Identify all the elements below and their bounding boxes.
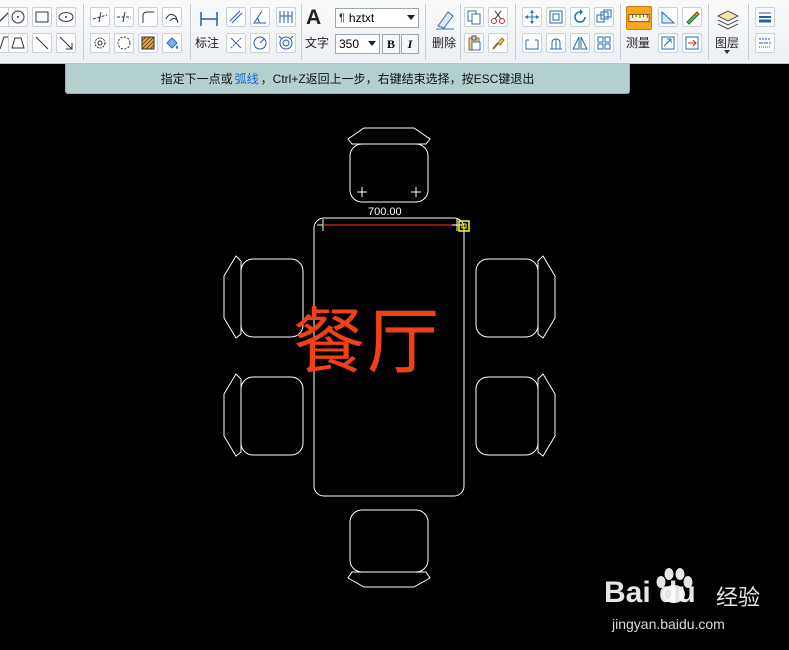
dotted-circle-icon[interactable]: [114, 33, 134, 53]
circle-tool-icon[interactable]: [8, 7, 28, 27]
diameter-dimension-icon[interactable]: [276, 33, 296, 53]
watermark-brand: Bai du: [604, 576, 696, 609]
chair-bottom: [347, 509, 431, 588]
font-icon: ¶: [339, 12, 345, 24]
hatch-pattern-icon[interactable]: [138, 33, 158, 53]
bold-button[interactable]: B: [382, 34, 400, 54]
mirror-icon[interactable]: [570, 33, 590, 53]
pencil-icon[interactable]: [682, 7, 702, 27]
watermark-name: 经验: [716, 586, 761, 611]
watermark-url: jingyan.baidu.com: [612, 616, 725, 632]
chair-left-upper: [223, 255, 304, 339]
move-icon[interactable]: [522, 7, 542, 27]
chair-right-lower: [475, 373, 556, 457]
dimension-button[interactable]: 标注: [195, 34, 219, 51]
scale-icon[interactable]: [546, 7, 566, 27]
chair-top: [347, 127, 431, 203]
arrow-line-icon[interactable]: [56, 33, 76, 53]
ruler-icon[interactable]: [626, 6, 652, 30]
diagonal-dimension-icon[interactable]: [226, 33, 246, 53]
continuous-dimension-icon[interactable]: [276, 7, 296, 27]
gear-settings-icon[interactable]: [90, 33, 110, 53]
break-icon[interactable]: [546, 33, 566, 53]
area-measure-icon[interactable]: [658, 7, 678, 27]
rotate-icon[interactable]: [570, 7, 590, 27]
trim-line-icon[interactable]: [114, 7, 134, 27]
hint-text-before: 指定下一点或: [160, 72, 233, 86]
room-label: 餐厅: [293, 300, 442, 384]
extend-line-icon[interactable]: [90, 7, 110, 27]
rectangle-tool-icon[interactable]: [32, 7, 52, 27]
line-type-icon[interactable]: [755, 33, 775, 53]
italic-button[interactable]: I: [401, 34, 419, 54]
font-select-value: hztxt: [348, 11, 375, 25]
trapezoid-tool-icon[interactable]: [8, 33, 28, 53]
angle-dimension-icon[interactable]: [250, 7, 270, 27]
cut-icon[interactable]: [488, 7, 508, 27]
hint-arc-option[interactable]: 弧线: [235, 70, 259, 87]
aligned-dimension-icon[interactable]: [226, 7, 246, 27]
chair-left-lower: [223, 373, 304, 457]
ellipse-tool-icon[interactable]: [56, 7, 76, 27]
watermark: Bai du 经验 jingyan.baidu.com: [604, 562, 784, 642]
chevron-down-icon: [368, 41, 376, 46]
stretch-icon[interactable]: [522, 33, 542, 53]
text-size-select[interactable]: 350: [335, 34, 380, 54]
diagonal-line-icon[interactable]: [32, 33, 52, 53]
font-select[interactable]: ¶ hztxt: [335, 8, 419, 28]
fill-bucket-icon[interactable]: [162, 33, 182, 53]
layer-button[interactable]: 图层: [715, 34, 739, 51]
text-button[interactable]: 文字: [305, 34, 329, 51]
chair-right-upper: [475, 255, 556, 339]
toolbar: 标注 A 文字 ¶ hztxt 350 B I 删除 测量 图层: [0, 0, 789, 64]
line-weight-icon[interactable]: [755, 7, 775, 27]
array-icon[interactable]: [594, 7, 614, 27]
dimension-value: 700.00: [368, 206, 402, 218]
dimension-icon[interactable]: [196, 6, 222, 32]
hint-text-after: ，Ctrl+Z返回上一步，右键结束选择，按ESC键退出: [260, 72, 535, 86]
layers-icon[interactable]: [716, 8, 740, 32]
format-brush-icon[interactable]: [488, 33, 508, 53]
import-icon[interactable]: [658, 33, 678, 53]
grid-icon[interactable]: [594, 33, 614, 53]
chevron-down-icon: [407, 15, 415, 20]
copy-icon[interactable]: [464, 7, 484, 27]
paste-icon[interactable]: [464, 33, 484, 53]
chevron-down-icon[interactable]: [724, 50, 730, 54]
export-icon[interactable]: [682, 33, 702, 53]
radius-dimension-icon[interactable]: [250, 33, 270, 53]
eraser-icon[interactable]: [432, 6, 458, 32]
fillet-icon[interactable]: [138, 7, 158, 27]
text-tool-icon[interactable]: A: [306, 6, 328, 32]
offset-curve-icon[interactable]: [162, 7, 182, 27]
command-hint-bar: 指定下一点或 弧线 ，Ctrl+Z返回上一步，右键结束选择，按ESC键退出: [65, 64, 630, 94]
measure-button[interactable]: 测量: [626, 34, 650, 51]
text-size-value: 350: [339, 37, 360, 51]
delete-button[interactable]: 删除: [432, 34, 456, 51]
